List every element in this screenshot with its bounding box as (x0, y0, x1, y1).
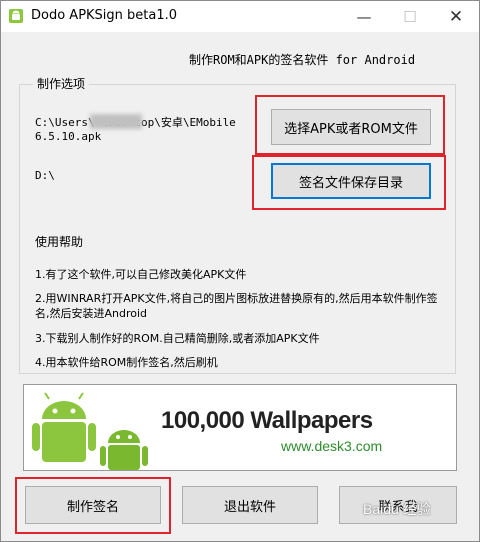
window-title: Dodo APKSign beta1.0 (31, 8, 178, 23)
banner-url[interactable]: www.desk3.com (281, 438, 382, 454)
close-button[interactable]: ✕ (433, 1, 479, 32)
help-item-2: 2.用WINRAR打开APK文件,将自己的图片图标放进替换原有的,然后用本软件制… (35, 292, 438, 320)
exit-button[interactable]: 退出软件 (182, 486, 318, 524)
maximize-button[interactable]: ☐ (387, 1, 433, 32)
redacted-username (90, 114, 142, 129)
sign-output-path: D:\ (35, 169, 55, 182)
title-bar[interactable]: Dodo APKSign beta1.0 — ☐ ✕ (1, 1, 479, 32)
save-dir-button[interactable]: 签名文件保存目录 (271, 163, 431, 199)
android-robots-image (24, 385, 154, 470)
help-title: 使用帮助 (35, 235, 84, 249)
ad-banner[interactable]: 100,000 Wallpapers www.desk3.com (23, 384, 457, 471)
minimize-button[interactable]: — (341, 1, 387, 32)
app-subtitle: 制作ROM和APK的签名软件 for Android (189, 53, 416, 67)
make-sign-button[interactable]: 制作签名 (25, 486, 161, 524)
select-apk-button[interactable]: 选择APK或者ROM文件 (271, 109, 431, 145)
help-item-4: 4.用本软件给ROM制作签名,然后刷机 (35, 356, 218, 369)
android-app-icon (9, 9, 23, 23)
banner-title: 100,000 Wallpapers (161, 407, 373, 434)
app-window: Dodo APKSign beta1.0 — ☐ ✕ 制作ROM和APK的签名软… (0, 0, 480, 542)
options-group-label: 制作选项 (33, 75, 90, 92)
help-item-3: 3.下载别人制作好的ROM.自己精简删除,或者添加APK文件 (35, 332, 320, 345)
baidu-watermark: Baidu 经验 (363, 501, 431, 517)
help-item-1: 1.有了这个软件,可以自己修改美化APK文件 (35, 268, 247, 281)
